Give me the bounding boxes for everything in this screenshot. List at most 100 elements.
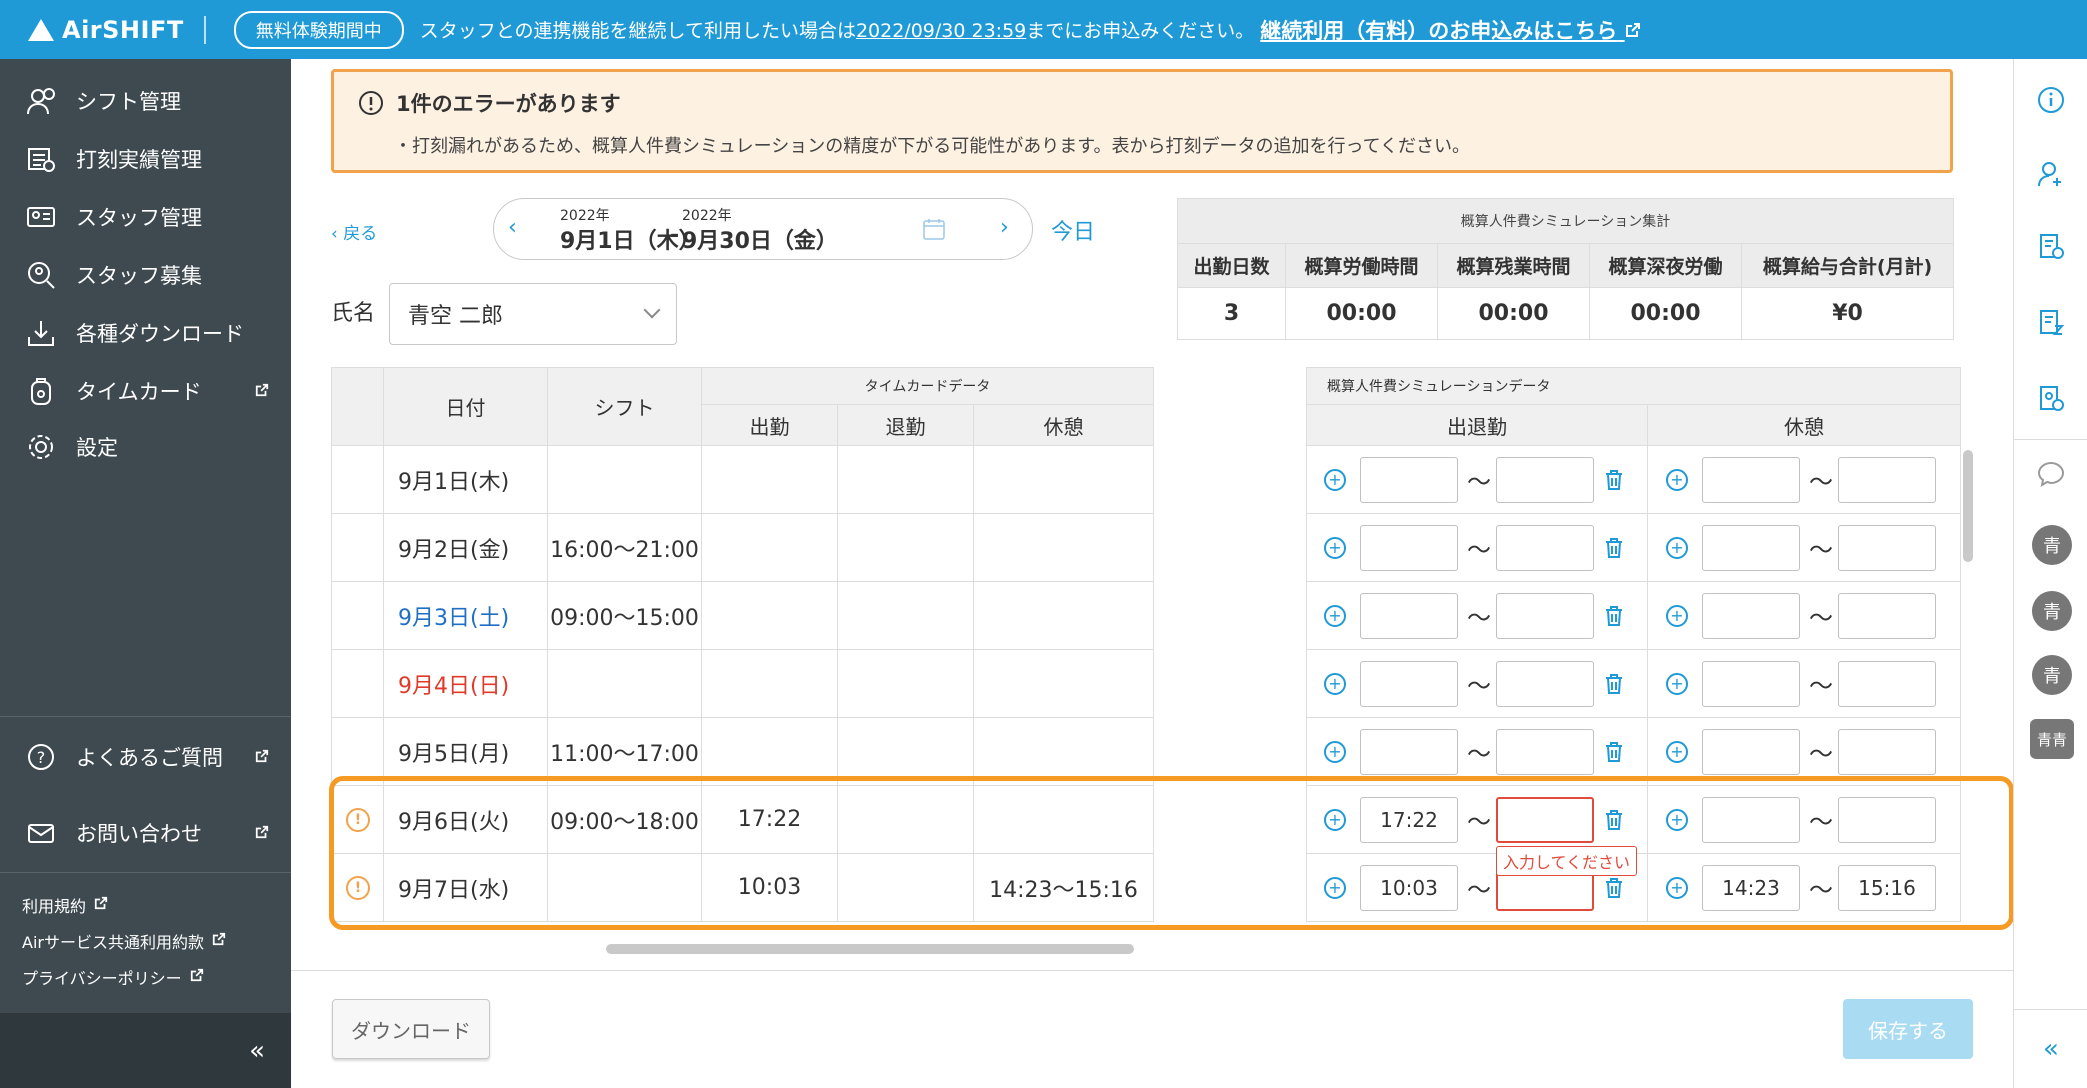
add-time-button[interactable]: + xyxy=(1324,469,1346,491)
range-tilde: 〜 xyxy=(1467,604,1491,632)
sim-break-end-input[interactable] xyxy=(1838,525,1936,571)
break-cell xyxy=(974,582,1154,650)
airshift-logo[interactable]: AirSHIFT xyxy=(28,16,184,44)
add-break-button[interactable]: + xyxy=(1666,673,1688,695)
date-cell: 9月4日(日) xyxy=(384,650,548,718)
header-blank xyxy=(331,367,384,446)
end-year: 2022年 xyxy=(682,208,732,224)
add-time-button[interactable]: + xyxy=(1324,605,1346,627)
trash-icon[interactable] xyxy=(1604,469,1624,491)
mail-icon xyxy=(24,816,58,850)
start-year: 2022年 xyxy=(560,208,610,224)
sim-break-start-input[interactable] xyxy=(1702,525,1800,571)
error-message: ・打刻漏れがあるため、概算人件費シミュレーションの精度が下がる可能性があります。… xyxy=(394,136,1471,157)
sim-clock-in-input[interactable] xyxy=(1360,593,1458,639)
privacy-link[interactable]: プライバシーポリシー xyxy=(22,965,204,989)
header-date: 日付 xyxy=(384,367,548,446)
clock-out-cell xyxy=(838,582,974,650)
add-time-button[interactable]: + xyxy=(1324,673,1346,695)
summary-value: ¥0 xyxy=(1741,287,1954,340)
header-simulation: 概算人件費シミュレーションデータ xyxy=(1306,367,1961,405)
prev-period-button[interactable]: ‹ xyxy=(508,215,517,240)
sim-clock-out-input[interactable] xyxy=(1496,593,1594,639)
add-break-button[interactable]: + xyxy=(1666,741,1688,763)
sim-break-start-input[interactable] xyxy=(1702,457,1800,503)
shift-cell: 09:00〜15:00 xyxy=(548,582,702,650)
sim-break-start-input[interactable] xyxy=(1702,729,1800,775)
add-break-button[interactable]: + xyxy=(1666,469,1688,491)
trash-icon[interactable] xyxy=(1604,605,1624,627)
range-tilde: 〜 xyxy=(1809,468,1833,496)
break-cell xyxy=(974,650,1154,718)
external-link-icon xyxy=(255,824,269,843)
summary-header: 概算深夜労働 xyxy=(1589,243,1742,288)
add-user-icon[interactable] xyxy=(2036,159,2066,189)
sim-clock-in-input[interactable] xyxy=(1360,457,1458,503)
date-range-nav: ‹ 2022年 9月1日（木） - 2022年 9月30日（金） › xyxy=(493,198,1033,260)
sim-break-end-input[interactable] xyxy=(1838,729,1936,775)
trash-icon[interactable] xyxy=(1604,673,1624,695)
add-time-button[interactable]: + xyxy=(1324,741,1346,763)
sidebar-item-contact[interactable]: お問い合わせ xyxy=(0,797,291,869)
external-link-icon xyxy=(1625,22,1640,37)
range-tilde: 〜 xyxy=(1809,672,1833,700)
sim-clock-out-input[interactable] xyxy=(1496,661,1594,707)
sim-clock-in-input[interactable] xyxy=(1360,729,1458,775)
continue-subscription-link[interactable]: 継続利用（有料）のお申込みはこちら xyxy=(1260,15,1640,45)
clock-out-cell xyxy=(838,446,974,514)
clock-out-cell xyxy=(838,514,974,582)
double-chevron-left-icon[interactable]: « xyxy=(2036,1034,2066,1064)
sim-clock-out-input[interactable] xyxy=(1496,525,1594,571)
terms-link[interactable]: 利用規約 xyxy=(22,893,108,917)
error-rows-highlight xyxy=(329,776,2014,930)
document-approve-icon[interactable] xyxy=(2036,383,2066,413)
add-break-button[interactable]: + xyxy=(1666,605,1688,627)
avatar[interactable]: 青 xyxy=(2032,525,2072,565)
shift-cell xyxy=(548,650,702,718)
save-button[interactable]: 保存する xyxy=(1843,999,1973,1059)
sim-clock-in-input[interactable] xyxy=(1360,661,1458,707)
sidebar-collapse-button[interactable]: « xyxy=(0,1013,291,1088)
horizontal-scrollbar[interactable] xyxy=(606,944,1134,954)
sim-break-end-input[interactable] xyxy=(1838,661,1936,707)
external-link-icon xyxy=(255,382,269,401)
document-check-icon[interactable] xyxy=(2036,231,2066,261)
sim-break-start-input[interactable] xyxy=(1702,593,1800,639)
air-terms-link[interactable]: Airサービス共通利用約款 xyxy=(22,929,226,953)
download-button[interactable]: ダウンロード xyxy=(332,999,490,1059)
sim-break-end-input[interactable] xyxy=(1838,457,1936,503)
summary-value: 00:00 xyxy=(1589,287,1742,340)
sim-clock-in-input[interactable] xyxy=(1360,525,1458,571)
sidebar-divider xyxy=(0,716,291,717)
clock-in-cell xyxy=(702,582,838,650)
range-tilde: 〜 xyxy=(1809,536,1833,564)
sim-clock-out-input[interactable] xyxy=(1496,729,1594,775)
range-tilde: 〜 xyxy=(1467,672,1491,700)
avatar[interactable]: 青 xyxy=(2032,591,2072,631)
chat-icon[interactable] xyxy=(2036,459,2066,489)
sim-break-end-input[interactable] xyxy=(1838,593,1936,639)
next-period-button[interactable]: › xyxy=(1000,215,1009,240)
add-break-button[interactable]: + xyxy=(1666,537,1688,559)
summary-header: 出勤日数 xyxy=(1177,243,1286,288)
document-time-icon[interactable] xyxy=(2036,307,2066,337)
help-icon: ? xyxy=(24,740,58,774)
trash-icon[interactable] xyxy=(1604,537,1624,559)
header-clock-in: 出勤 xyxy=(702,405,838,446)
vertical-scrollbar[interactable] xyxy=(1963,450,1973,562)
staff-name-select[interactable]: 青空 二郎 xyxy=(389,283,677,345)
calendar-icon[interactable] xyxy=(922,217,946,241)
add-time-button[interactable]: + xyxy=(1324,537,1346,559)
today-button[interactable]: 今日 xyxy=(1051,214,1095,246)
sidebar-item-faq[interactable]: ? よくあるご質問 xyxy=(0,721,291,793)
back-link[interactable]: ‹ 戻る xyxy=(331,219,377,244)
sidebar-item-settings[interactable]: 設定 xyxy=(0,411,291,483)
avatar-group[interactable]: 青青 xyxy=(2030,719,2074,759)
trash-icon[interactable] xyxy=(1604,741,1624,763)
sim-clock-out-input[interactable] xyxy=(1496,457,1594,503)
sim-break-start-input[interactable] xyxy=(1702,661,1800,707)
avatar[interactable]: 青 xyxy=(2032,655,2072,695)
range-tilde: 〜 xyxy=(1809,740,1833,768)
top-banner: AirSHIFT 無料体験期間中 スタッフとの連携機能を継続して利用したい場合は… xyxy=(0,0,2087,59)
info-icon[interactable] xyxy=(2036,85,2066,115)
